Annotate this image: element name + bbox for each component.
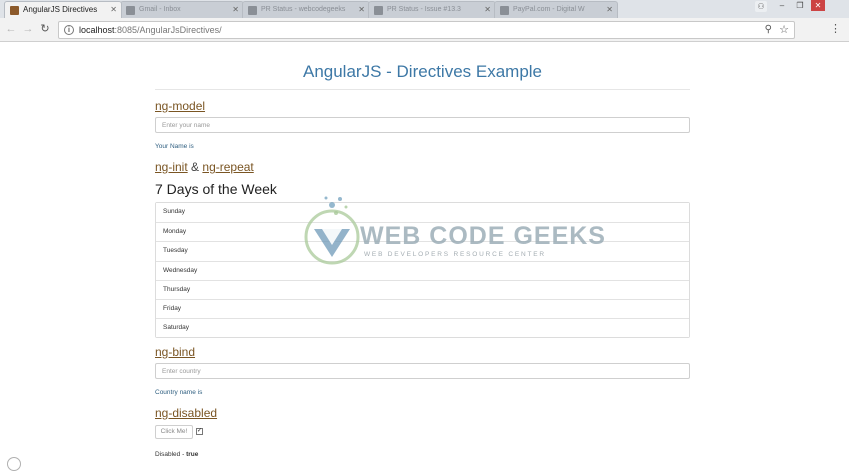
address-bar[interactable]: i localhost:8085/AngularJsDirectives/ ⚲ … xyxy=(58,21,795,39)
forward-arrow-icon[interactable]: → xyxy=(21,22,35,36)
disable-checkbox[interactable]: ✓ xyxy=(196,428,203,435)
tab-label: Gmail - Inbox xyxy=(139,6,181,13)
restore-window-icon[interactable]: ❐ xyxy=(793,0,807,11)
ng-repeat-heading[interactable]: ng-repeat xyxy=(202,160,253,174)
tab-background-1[interactable]: Gmail - Inbox ✕ xyxy=(120,1,244,18)
url-path: :8085/AngularJsDirectives/ xyxy=(114,25,222,35)
close-tab-icon[interactable]: ✕ xyxy=(484,5,491,14)
back-arrow-icon[interactable]: ← xyxy=(4,22,18,36)
click-me-button[interactable]: Click Me! xyxy=(155,425,193,439)
tab-angularjs-directives[interactable]: AngularJS Directives ✕ xyxy=(4,1,122,18)
disabled-status-value: true xyxy=(186,451,199,458)
tab-favicon-icon xyxy=(126,6,135,15)
zoom-icon[interactable]: ⚲ xyxy=(765,24,772,35)
disabled-status: Disabled - true xyxy=(155,451,198,458)
name-input[interactable]: Enter your name xyxy=(155,117,690,133)
name-input-placeholder: Enter your name xyxy=(162,122,211,129)
list-item: Saturday xyxy=(156,318,689,338)
ng-bind-heading[interactable]: ng-bind xyxy=(155,345,195,359)
page-content: AngularJS - Directives Example ng-model … xyxy=(0,43,849,471)
tab-background-2[interactable]: PR Status - webcodegeeks ✕ xyxy=(242,1,370,18)
checkmark-icon: ✓ xyxy=(197,428,203,434)
section-heading-ng-init-repeat: ng-init & ng-repeat xyxy=(155,160,254,174)
section-heading-ng-model: ng-model xyxy=(155,99,205,113)
country-input-placeholder: Enter country xyxy=(162,368,201,375)
floating-action-icon[interactable] xyxy=(7,457,21,471)
reload-icon[interactable]: ↻ xyxy=(38,22,52,36)
tab-favicon-icon xyxy=(248,6,257,15)
browser-toolbar: ← → ↻ i localhost:8085/AngularJsDirectiv… xyxy=(0,18,849,42)
tab-strip: AngularJS Directives ✕ Gmail - Inbox ✕ P… xyxy=(0,0,849,18)
profile-icon[interactable]: ⚇ xyxy=(755,1,767,12)
title-divider xyxy=(155,89,690,90)
your-name-label: Your Name is xyxy=(155,143,194,150)
close-tab-icon[interactable]: ✕ xyxy=(358,5,365,14)
tab-label: PR Status - Issue #13.3 xyxy=(387,6,461,13)
days-of-week-heading: 7 Days of the Week xyxy=(155,181,277,197)
web-code-geeks-watermark: WEB CODE GEEKS WEB DEVELOPERS RESOURCE C… xyxy=(300,193,605,268)
bookmark-star-icon[interactable]: ☆ xyxy=(779,23,789,36)
page-favicon-icon xyxy=(10,6,19,15)
minimize-window-icon[interactable]: ‒ xyxy=(775,0,789,11)
url-text[interactable]: localhost:8085/AngularJsDirectives/ xyxy=(79,25,222,35)
disabled-status-label: Disabled - xyxy=(155,451,187,458)
country-name-label: Country name is xyxy=(155,389,203,396)
close-tab-icon[interactable]: ✕ xyxy=(110,5,117,14)
kebab-menu-icon[interactable]: ⋮ xyxy=(830,24,841,35)
info-icon[interactable]: i xyxy=(64,25,74,35)
watermark-tagline: WEB DEVELOPERS RESOURCE CENTER xyxy=(364,251,546,258)
tab-label: PR Status - webcodegeeks xyxy=(261,6,346,13)
tab-label: PayPal.com - Digital W xyxy=(513,6,585,13)
list-item: Friday xyxy=(156,298,689,319)
url-host: localhost xyxy=(79,25,115,35)
close-tab-icon[interactable]: ✕ xyxy=(232,5,239,14)
ampersand: & xyxy=(191,160,200,174)
close-window-icon[interactable]: ✕ xyxy=(811,0,825,11)
tab-favicon-icon xyxy=(374,6,383,15)
tab-background-3[interactable]: PR Status - Issue #13.3 ✕ xyxy=(368,1,496,18)
section-heading-ng-bind: ng-bind xyxy=(155,345,195,359)
close-tab-icon[interactable]: ✕ xyxy=(606,5,613,14)
watermark-title: WEB CODE GEEKS xyxy=(360,222,606,250)
country-input[interactable]: Enter country xyxy=(155,363,690,379)
ng-model-heading[interactable]: ng-model xyxy=(155,99,205,113)
ng-init-heading[interactable]: ng-init xyxy=(155,160,188,174)
tab-favicon-icon xyxy=(500,6,509,15)
tab-background-4[interactable]: PayPal.com - Digital W ✕ xyxy=(494,1,618,18)
ng-disabled-heading[interactable]: ng-disabled xyxy=(155,406,217,420)
tab-label: AngularJS Directives xyxy=(23,5,98,14)
list-item: Thursday xyxy=(156,279,689,299)
section-heading-ng-disabled: ng-disabled xyxy=(155,406,217,420)
page-title: AngularJS - Directives Example xyxy=(302,62,543,81)
